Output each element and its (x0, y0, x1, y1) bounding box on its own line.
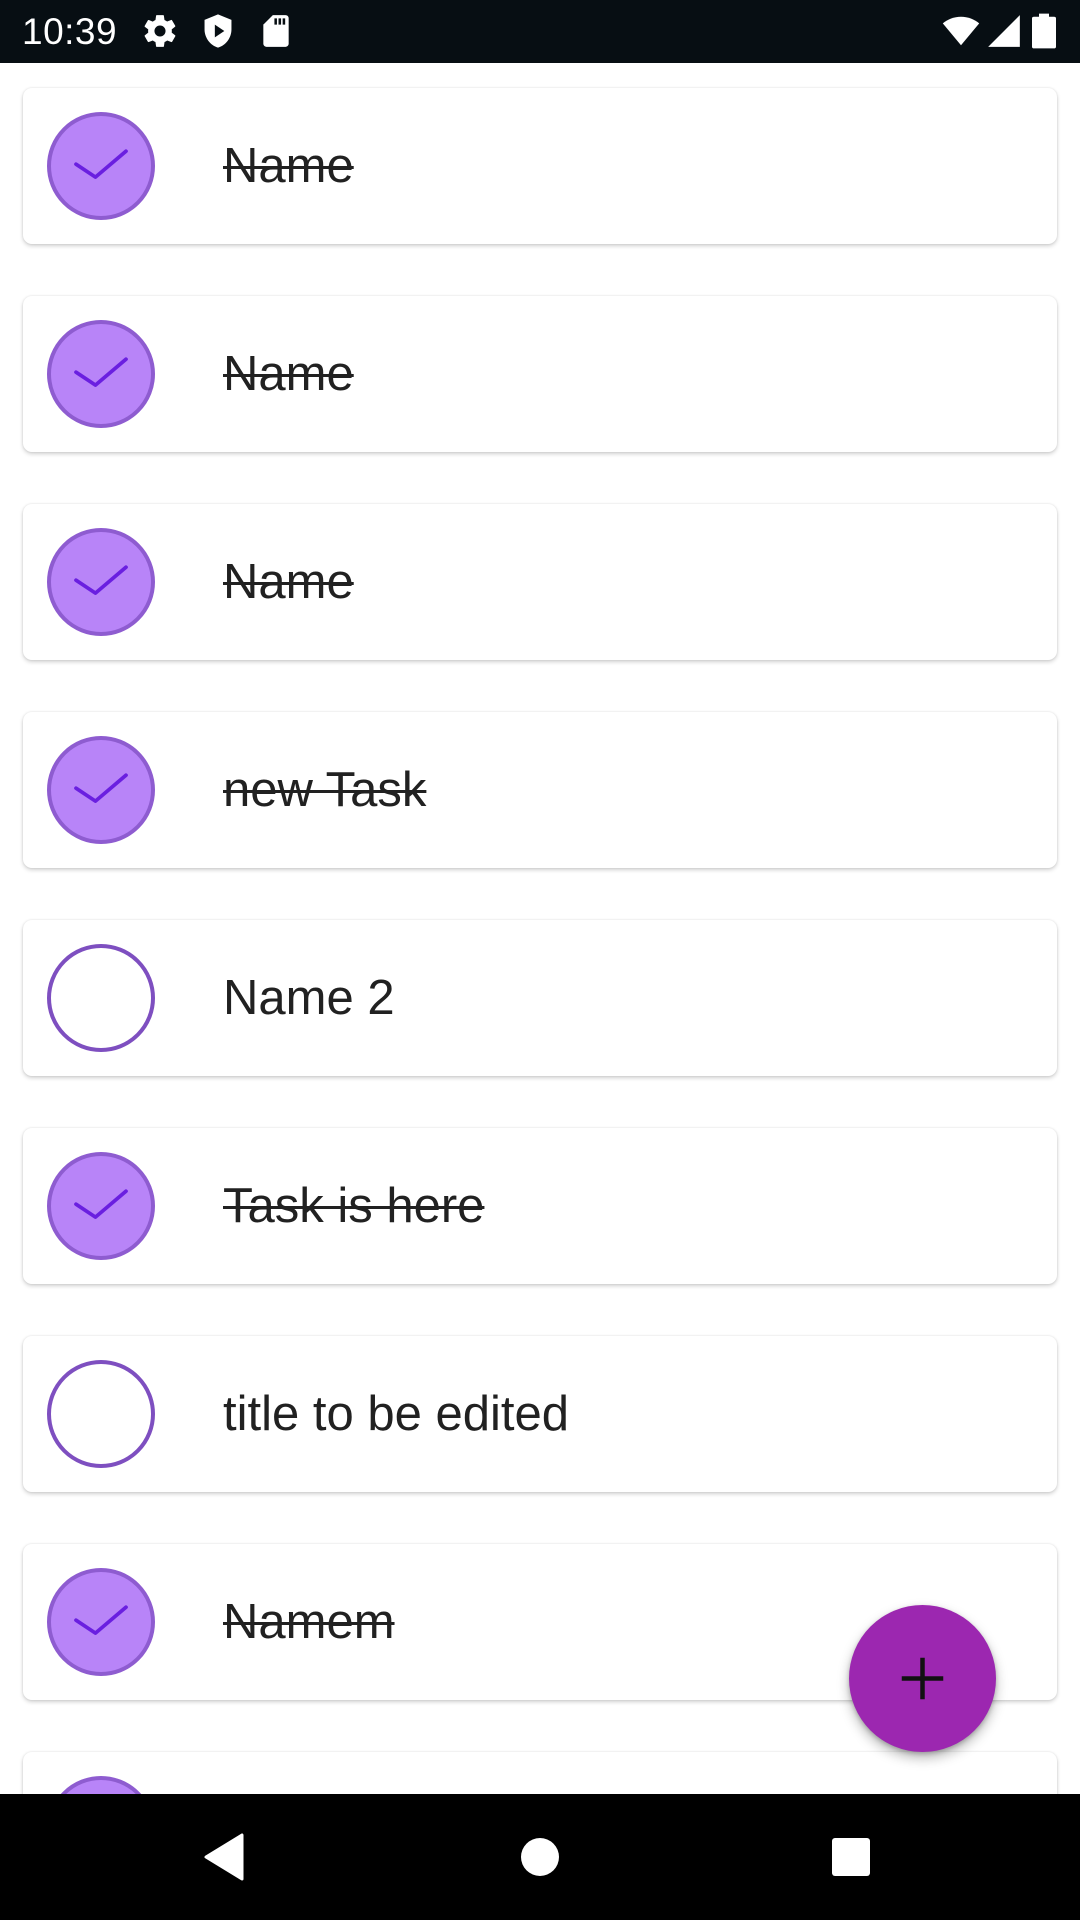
task-card[interactable]: Task is here (23, 1128, 1057, 1284)
navigation-bar (0, 1794, 1080, 1920)
task-checkbox[interactable] (47, 1360, 155, 1468)
wifi-icon (942, 12, 980, 50)
plus-icon (901, 1657, 944, 1700)
task-checkbox-checked[interactable] (47, 528, 155, 636)
task-card[interactable]: Name (23, 504, 1057, 660)
task-title[interactable]: Name (223, 504, 354, 660)
sd-card-icon (257, 12, 295, 50)
task-card[interactable]: Name (23, 88, 1057, 244)
task-checkbox-checked[interactable] (47, 1152, 155, 1260)
status-time: 10:39 (22, 11, 118, 52)
checkmark-icon (74, 357, 128, 387)
battery-icon (1030, 12, 1058, 50)
cell-signal-icon (985, 12, 1023, 50)
screen: 10:39 Name Name Name new Task Name 2 Task is … (0, 0, 1080, 1920)
recents-icon[interactable] (821, 1827, 881, 1887)
task-title[interactable]: Task is here (223, 1128, 484, 1284)
task-checkbox[interactable] (47, 944, 155, 1052)
home-icon[interactable] (510, 1827, 570, 1887)
task-title[interactable]: Name 2 (223, 920, 395, 1076)
task-title[interactable]: Name (223, 88, 354, 244)
checkmark-icon (74, 149, 128, 179)
task-checkbox-checked[interactable] (47, 320, 155, 428)
checkmark-icon (74, 565, 128, 595)
status-bar: 10:39 (0, 0, 1080, 63)
task-title[interactable]: Name (223, 296, 354, 452)
checkmark-icon (74, 1605, 128, 1635)
task-list[interactable]: Name Name Name new Task Name 2 Task is here ti… (0, 63, 1080, 1794)
task-title[interactable]: Namem (223, 1544, 395, 1700)
back-icon[interactable] (198, 1827, 258, 1887)
task-checkbox-checked[interactable] (47, 112, 155, 220)
task-card[interactable]: title to be edited (23, 1336, 1057, 1492)
task-card[interactable]: new Task (23, 712, 1057, 868)
task-checkbox-checked[interactable] (47, 1568, 155, 1676)
task-title[interactable]: title to be edited (223, 1336, 569, 1492)
task-checkbox-checked[interactable] (47, 1776, 155, 1794)
add-task-button[interactable] (849, 1605, 996, 1752)
task-card[interactable]: Name 2 (23, 920, 1057, 1076)
shield-play-icon (199, 12, 237, 50)
checkmark-icon (74, 773, 128, 803)
task-checkbox-checked[interactable] (47, 736, 155, 844)
task-card[interactable] (23, 1752, 1057, 1794)
gear-icon (141, 12, 179, 50)
task-title[interactable]: new Task (223, 712, 426, 868)
checkmark-icon (51, 1780, 151, 1794)
checkmark-icon (74, 1189, 128, 1219)
task-card[interactable]: Name (23, 296, 1057, 452)
